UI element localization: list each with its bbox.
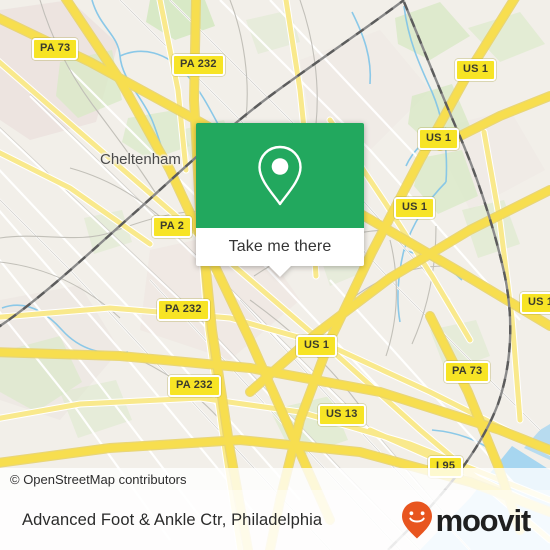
map-attribution-bar: © OpenStreetMap contributors	[0, 468, 550, 490]
road-shield[interactable]: US 1	[296, 335, 338, 357]
road-shield[interactable]: PA 232	[157, 299, 210, 321]
place-label-cheltenham: Cheltenham	[100, 151, 181, 168]
road-shield[interactable]: US 13	[318, 404, 366, 426]
road-shield[interactable]: US 1	[455, 59, 497, 81]
popup-tail-arrow	[269, 266, 291, 277]
take-me-there-label: Take me there	[228, 238, 332, 255]
road-shield[interactable]: US 1	[520, 292, 550, 314]
map-pin-icon	[258, 145, 302, 205]
footer-bar: Advanced Foot & Ankle Ctr, Philadelphia …	[0, 490, 550, 550]
popup-marker-area	[196, 123, 364, 228]
road-shield[interactable]: PA 2	[152, 216, 193, 238]
attribution-text[interactable]: © OpenStreetMap contributors	[0, 472, 187, 487]
road-shield[interactable]: PA 73	[32, 38, 79, 60]
road-shield[interactable]: PA 73	[444, 361, 491, 383]
location-popup[interactable]: Take me there	[196, 123, 364, 277]
moovit-logo[interactable]: moovit	[400, 500, 532, 540]
moovit-smiley-pin-icon	[401, 501, 432, 539]
road-shield[interactable]: PA 232	[172, 54, 225, 76]
place-title: Advanced Foot & Ankle Ctr, Philadelphia	[22, 510, 323, 529]
popup-action-area[interactable]: Take me there	[196, 228, 364, 277]
road-shield[interactable]: US 1	[394, 197, 436, 219]
road-shield[interactable]: US 1	[418, 128, 460, 150]
moovit-wordmark: moovit	[435, 502, 532, 538]
road-shield[interactable]: PA 232	[168, 375, 221, 397]
map-screenshot-root: Cheltenham PA 73 PA 232 US 1 US 1 US 1 P…	[0, 0, 550, 550]
